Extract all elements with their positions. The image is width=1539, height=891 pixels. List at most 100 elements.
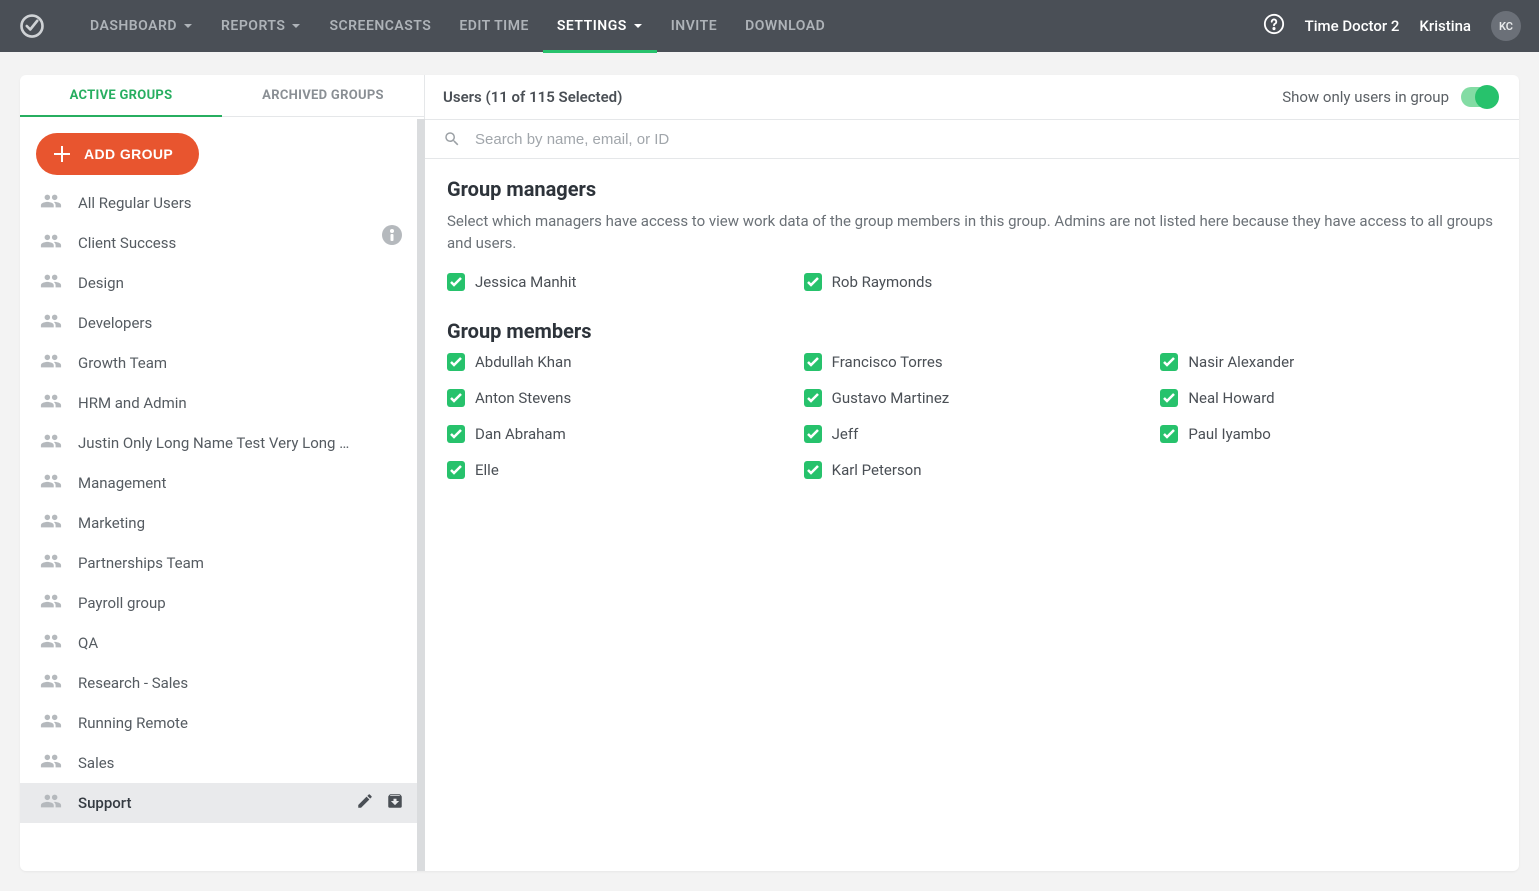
user-name: Paul Iyambo xyxy=(1188,425,1271,443)
checkbox-icon xyxy=(804,273,822,291)
managers-title: Group managers xyxy=(447,177,1497,201)
user-checkbox[interactable]: Francisco Torres xyxy=(804,353,1141,371)
group-row[interactable]: Management xyxy=(20,463,424,503)
user-name: Elle xyxy=(475,461,499,479)
people-icon xyxy=(40,713,62,733)
user-name: Anton Stevens xyxy=(475,389,571,407)
people-icon xyxy=(40,193,62,213)
user-name: Abdullah Khan xyxy=(475,353,572,371)
content-pane: Users (11 of 115 Selected) Show only use… xyxy=(425,75,1519,871)
show-only-toggle[interactable] xyxy=(1461,87,1497,107)
user-name: Francisco Torres xyxy=(832,353,943,371)
group-row[interactable]: Partnerships Team xyxy=(20,543,424,583)
managers-desc: Select which managers have access to vie… xyxy=(447,211,1497,255)
people-icon xyxy=(40,393,62,413)
people-icon xyxy=(40,513,62,533)
user-checkbox[interactable]: Anton Stevens xyxy=(447,389,784,407)
nav-item-reports[interactable]: REPORTS xyxy=(207,0,315,52)
group-row[interactable]: Design xyxy=(20,263,424,303)
nav-item-download[interactable]: DOWNLOAD xyxy=(731,0,839,52)
group-label: Payroll group xyxy=(78,594,404,612)
people-icon xyxy=(40,793,62,813)
group-label: Research - Sales xyxy=(78,674,404,692)
people-icon xyxy=(40,433,62,453)
group-label: All Regular Users xyxy=(78,194,404,212)
checkbox-icon xyxy=(447,273,465,291)
users-count: Users (11 of 115 Selected) xyxy=(443,88,622,106)
user-name: Dan Abraham xyxy=(475,425,566,443)
people-icon xyxy=(40,553,62,573)
user-checkbox[interactable]: Gustavo Martinez xyxy=(804,389,1141,407)
user-checkbox[interactable]: Neal Howard xyxy=(1160,389,1497,407)
group-label: Support xyxy=(78,794,340,812)
edit-icon[interactable] xyxy=(356,792,374,814)
group-label: Developers xyxy=(78,314,404,332)
scrollbar[interactable] xyxy=(417,119,425,871)
group-row[interactable]: HRM and Admin xyxy=(20,383,424,423)
group-row[interactable]: Running Remote xyxy=(20,703,424,743)
user-checkbox[interactable]: Nasir Alexander xyxy=(1160,353,1497,371)
people-icon xyxy=(40,353,62,373)
checkbox-icon xyxy=(804,389,822,407)
user-name: Nasir Alexander xyxy=(1188,353,1294,371)
nav-item-settings[interactable]: SETTINGS xyxy=(543,0,657,52)
members-title: Group members xyxy=(447,319,1497,343)
tab-active-groups[interactable]: ACTIVE GROUPS xyxy=(20,75,222,116)
people-icon xyxy=(40,593,62,613)
toggle-label: Show only users in group xyxy=(1282,88,1449,106)
group-row[interactable]: Sales xyxy=(20,743,424,783)
chevron-down-icon xyxy=(183,21,193,31)
nav-item-invite[interactable]: INVITE xyxy=(657,0,731,52)
group-row[interactable]: QA xyxy=(20,623,424,663)
group-label: Client Success xyxy=(78,234,404,252)
group-row[interactable]: Support xyxy=(20,783,424,823)
checkbox-icon xyxy=(447,461,465,479)
group-label: Growth Team xyxy=(78,354,404,372)
group-row[interactable]: Marketing xyxy=(20,503,424,543)
group-row[interactable]: All Regular Users xyxy=(20,183,424,223)
user-checkbox[interactable]: Dan Abraham xyxy=(447,425,784,443)
group-row[interactable]: Client Success xyxy=(20,223,424,263)
add-group-button[interactable]: ADD GROUP xyxy=(36,133,199,175)
tab-archived-groups[interactable]: ARCHIVED GROUPS xyxy=(222,75,424,116)
user-checkbox[interactable]: Jeff xyxy=(804,425,1141,443)
checkbox-icon xyxy=(1160,353,1178,371)
group-label: HRM and Admin xyxy=(78,394,404,412)
user-checkbox[interactable]: Rob Raymonds xyxy=(804,273,1141,291)
people-icon xyxy=(40,673,62,693)
username[interactable]: Kristina xyxy=(1419,17,1471,35)
group-label: QA xyxy=(78,634,404,652)
plus-icon xyxy=(54,146,70,162)
checkbox-icon xyxy=(1160,389,1178,407)
user-checkbox[interactable]: Karl Peterson xyxy=(804,461,1141,479)
nav-item-edit-time[interactable]: EDIT TIME xyxy=(445,0,543,52)
user-checkbox[interactable]: Elle xyxy=(447,461,784,479)
group-row[interactable]: Payroll group xyxy=(20,583,424,623)
avatar[interactable]: KC xyxy=(1491,11,1521,41)
user-checkbox[interactable]: Jessica Manhit xyxy=(447,273,784,291)
group-label: Marketing xyxy=(78,514,404,532)
group-row[interactable]: Developers xyxy=(20,303,424,343)
user-checkbox[interactable]: Abdullah Khan xyxy=(447,353,784,371)
checkbox-icon xyxy=(804,353,822,371)
user-name: Gustavo Martinez xyxy=(832,389,950,407)
archive-icon[interactable] xyxy=(386,792,404,814)
checkbox-icon xyxy=(447,425,465,443)
group-label: Running Remote xyxy=(78,714,404,732)
user-checkbox[interactable]: Paul Iyambo xyxy=(1160,425,1497,443)
sidebar: ACTIVE GROUPSARCHIVED GROUPS ADD GROUP A… xyxy=(20,75,425,871)
group-row[interactable]: Research - Sales xyxy=(20,663,424,703)
search-input[interactable] xyxy=(475,131,1501,148)
people-icon xyxy=(40,313,62,333)
chevron-down-icon xyxy=(633,21,643,31)
group-row[interactable]: Growth Team xyxy=(20,343,424,383)
help-icon[interactable] xyxy=(1263,13,1285,39)
user-name: Jessica Manhit xyxy=(475,273,576,291)
group-label: Justin Only Long Name Test Very Long … xyxy=(78,434,404,452)
add-group-label: ADD GROUP xyxy=(84,146,173,162)
group-row[interactable]: Justin Only Long Name Test Very Long … xyxy=(20,423,424,463)
nav-item-screencasts[interactable]: SCREENCASTS xyxy=(315,0,445,52)
nav-item-dashboard[interactable]: DASHBOARD xyxy=(76,0,207,52)
group-label: Design xyxy=(78,274,404,292)
info-icon[interactable] xyxy=(382,225,402,245)
